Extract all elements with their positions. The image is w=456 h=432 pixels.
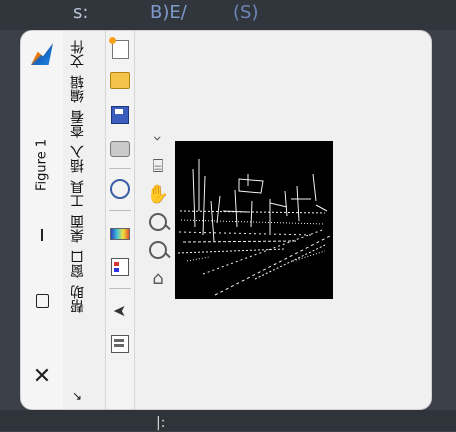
axes-toolbar-expand-button[interactable]: › (145, 124, 171, 152)
link-plot-icon (110, 179, 130, 199)
close-button[interactable]: ✕ (21, 356, 63, 396)
figure-window: Figure 1 ✕ 文件 编辑 查看 插入 工具 桌面 窗口 帮助 ↘ ➤ ›… (21, 31, 431, 409)
print-icon (110, 141, 130, 157)
print-button[interactable] (108, 137, 132, 161)
insert-legend-button[interactable] (108, 255, 132, 279)
new-figure-icon (108, 36, 129, 59)
zoom-in-button[interactable] (145, 208, 171, 236)
menu-help[interactable]: 帮助 (64, 282, 92, 316)
close-icon: ✕ (32, 363, 52, 389)
menu-file[interactable]: 文件 (64, 37, 92, 71)
title-bar[interactable]: Figure 1 ✕ (21, 31, 63, 409)
home-icon: ⌂ (152, 267, 164, 289)
edit-plot-icon: ➤ (113, 301, 127, 321)
plot-image[interactable] (175, 141, 333, 299)
property-inspector-button[interactable] (108, 332, 132, 356)
data-tips-button[interactable]: ⌸ (145, 152, 171, 180)
background-code-fragment: B)E/ (150, 2, 187, 23)
menu-window[interactable]: 窗口 (64, 247, 92, 281)
open-file-button[interactable] (108, 68, 132, 92)
minimize-button[interactable] (21, 215, 63, 255)
background-code-fragment: (S) (233, 2, 259, 23)
new-figure-button[interactable] (108, 36, 132, 61)
zoom-out-button[interactable] (145, 236, 171, 264)
toolbar-separator (109, 288, 131, 289)
menu-overflow-icon[interactable]: ↘ (72, 389, 82, 403)
axes-toolbar: › ⌸ ✋ ⌂ (144, 124, 172, 299)
insert-colorbar-button[interactable] (108, 222, 132, 246)
menu-insert[interactable]: 插入 (64, 142, 92, 176)
background-editor-bottom (0, 410, 456, 431)
edge-image (177, 159, 331, 296)
link-plot-button[interactable] (108, 177, 132, 201)
menu-view[interactable]: 查看 (64, 107, 92, 141)
menu-edit[interactable]: 编辑 (64, 72, 92, 106)
chevron-icon: › (148, 134, 168, 142)
pan-icon: ✋ (146, 183, 170, 205)
toolbar-separator (109, 210, 131, 211)
zoom-out-icon (149, 241, 167, 259)
edit-plot-button[interactable]: ➤ (108, 299, 132, 323)
data-tips-icon: ⌸ (152, 155, 164, 177)
save-button[interactable] (108, 103, 132, 127)
pan-button[interactable]: ✋ (145, 180, 171, 208)
menu-desktop[interactable]: 桌面 (64, 212, 92, 246)
open-file-icon (110, 71, 130, 89)
menu-tools[interactable]: 工具 (64, 177, 92, 211)
insert-colorbar-icon (110, 228, 130, 240)
menu-bar: 文件 编辑 查看 插入 工具 桌面 窗口 帮助 ↘ (63, 31, 93, 409)
background-editor-top (0, 0, 456, 30)
background-code-fragment: |: (156, 415, 166, 431)
maximize-button[interactable] (21, 281, 63, 321)
maximize-icon (35, 294, 49, 308)
open-property-inspector-icon (111, 335, 129, 353)
restore-view-button[interactable]: ⌂ (145, 264, 171, 292)
minimize-icon (41, 229, 43, 241)
save-icon (111, 106, 129, 124)
zoom-in-icon (149, 213, 167, 231)
toolbar-separator (109, 168, 131, 169)
figure-toolbar: ➤ (105, 31, 135, 409)
window-title: Figure 1 (34, 138, 50, 191)
insert-legend-icon (111, 258, 129, 276)
matlab-logo-icon (31, 43, 53, 65)
background-code-fragment: s: (73, 2, 89, 23)
